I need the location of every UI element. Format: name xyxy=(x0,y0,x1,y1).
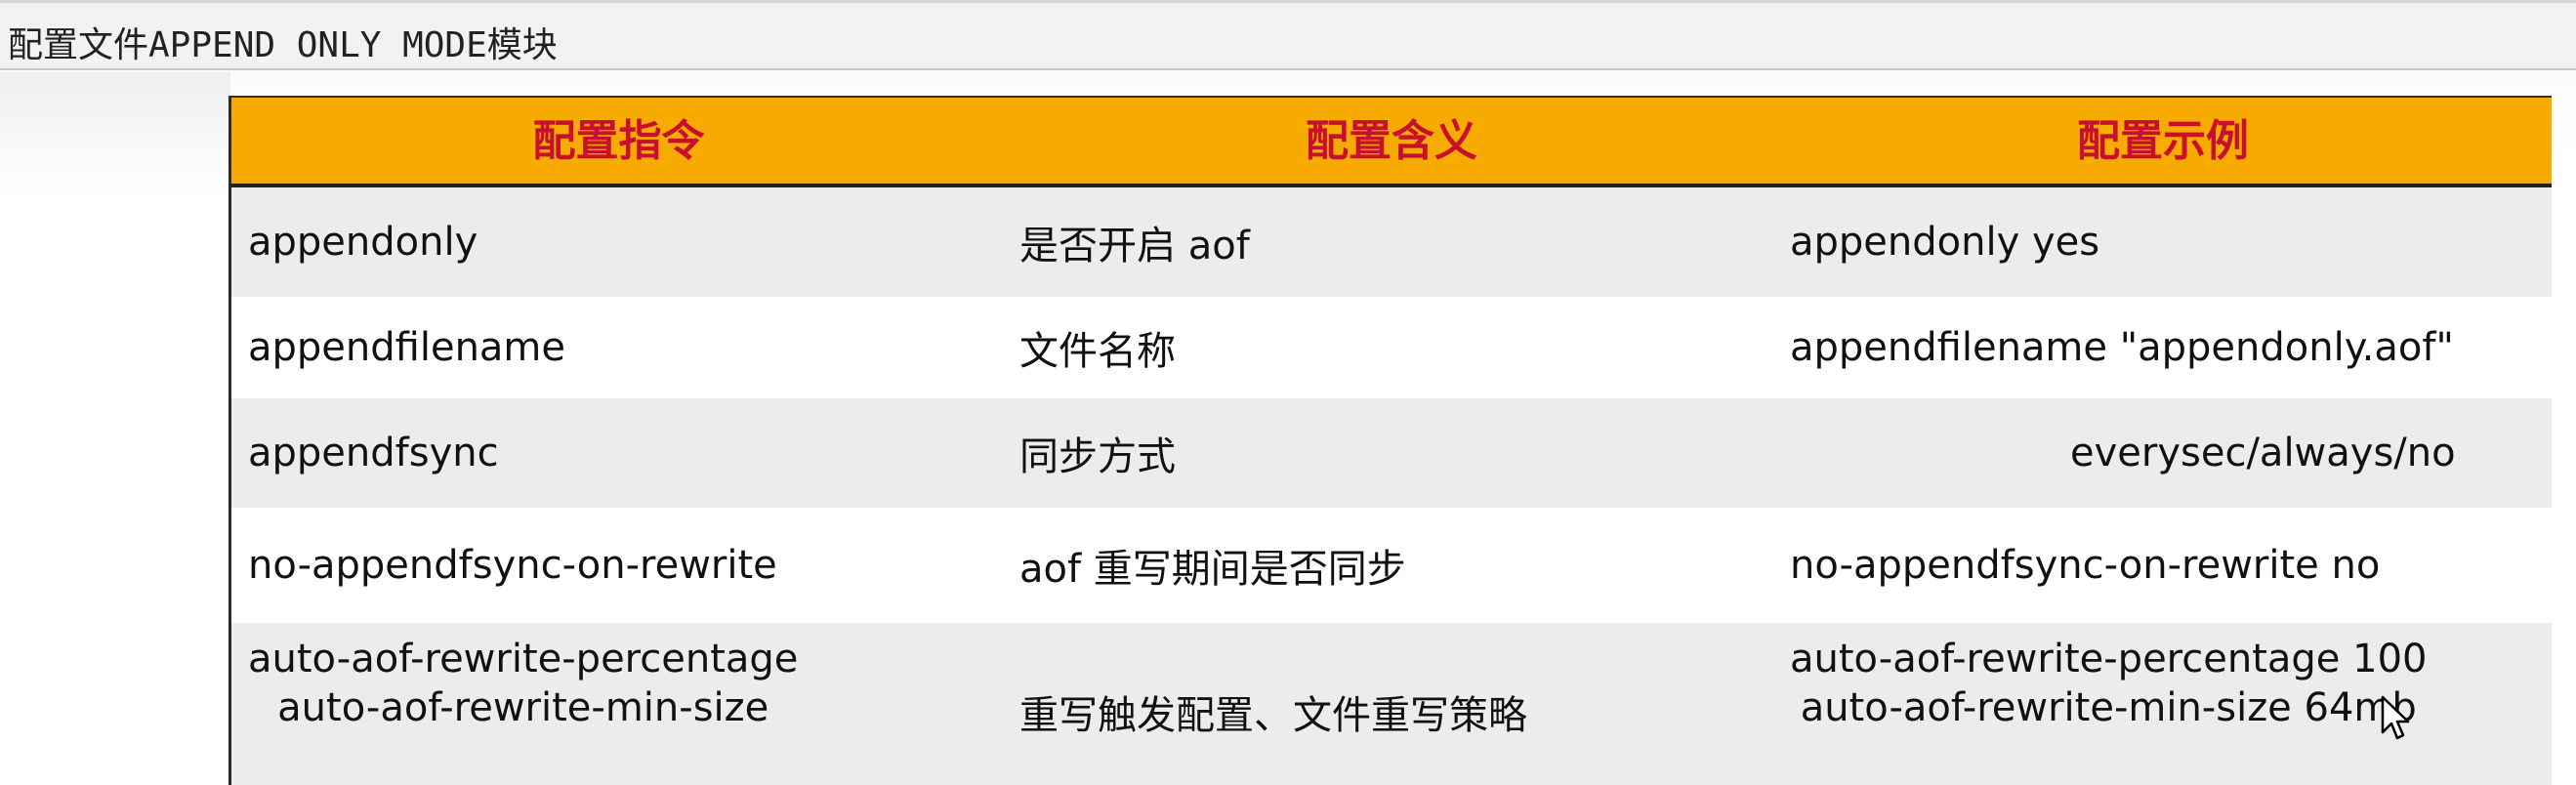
directive-cell: no-appendfsync-on-rewrite xyxy=(248,543,777,588)
example-cell: appendonly yes xyxy=(1790,220,2100,265)
directive-cell: appendfsync xyxy=(248,431,499,475)
meaning-cell: 同步方式 xyxy=(1019,434,1176,479)
left-shade xyxy=(0,72,230,199)
header-example: 配置示例 xyxy=(2077,116,2249,166)
header-directive: 配置指令 xyxy=(532,116,705,166)
table-header-row: 配置指令 配置含义 配置示例 xyxy=(231,96,2552,187)
directive-cell: auto-aof-rewrite-percentage auto-aof-rew… xyxy=(248,623,798,785)
example-cell: everysec/always/no xyxy=(2070,431,2456,475)
example-cell: appendfilename "appendonly.aof" xyxy=(1790,325,2454,370)
section-title-bar: 配置文件APPEND ONLY MODE模块 xyxy=(0,0,2576,70)
table-row: no-appendfsync-on-rewrite aof 重写期间是否同步 n… xyxy=(231,508,2552,623)
slide-page: 配置文件APPEND ONLY MODE模块 配置指令 配置含义 配置示例 ap… xyxy=(0,0,2576,785)
mouse-pointer-icon xyxy=(2381,695,2410,740)
directive-line: auto-aof-rewrite-min-size xyxy=(277,685,769,730)
config-table: 配置指令 配置含义 配置示例 appendonly 是否开启 aof appen… xyxy=(229,96,2552,785)
header-meaning: 配置含义 xyxy=(1306,116,1477,166)
directive-line: auto-aof-rewrite-percentage xyxy=(248,637,799,682)
example-cell: auto-aof-rewrite-percentage 100 auto-aof… xyxy=(1790,623,2427,785)
example-line: auto-aof-rewrite-min-size 64mb xyxy=(1800,685,2417,730)
meaning-cell: 是否开启 aof xyxy=(1019,224,1250,269)
meaning-cell: 重写触发配置、文件重写策略 xyxy=(1019,693,1527,738)
table-row: appendonly 是否开启 aof appendonly yes xyxy=(231,187,2552,297)
meaning-cell: 文件名称 xyxy=(1019,329,1176,374)
directive-cell: appendfilename xyxy=(248,325,565,370)
table-row: auto-aof-rewrite-percentage auto-aof-rew… xyxy=(231,623,2552,785)
section-title: 配置文件APPEND ONLY MODE模块 xyxy=(8,25,558,65)
directive-cell: appendonly xyxy=(248,220,478,265)
table-row: appendfsync 同步方式 everysec/always/no xyxy=(231,398,2552,508)
table-row: appendfilename 文件名称 appendfilename "appe… xyxy=(231,297,2552,398)
example-line: auto-aof-rewrite-percentage 100 xyxy=(1790,637,2428,682)
example-cell: no-appendfsync-on-rewrite no xyxy=(1790,543,2381,588)
meaning-cell: aof 重写期间是否同步 xyxy=(1019,547,1406,592)
